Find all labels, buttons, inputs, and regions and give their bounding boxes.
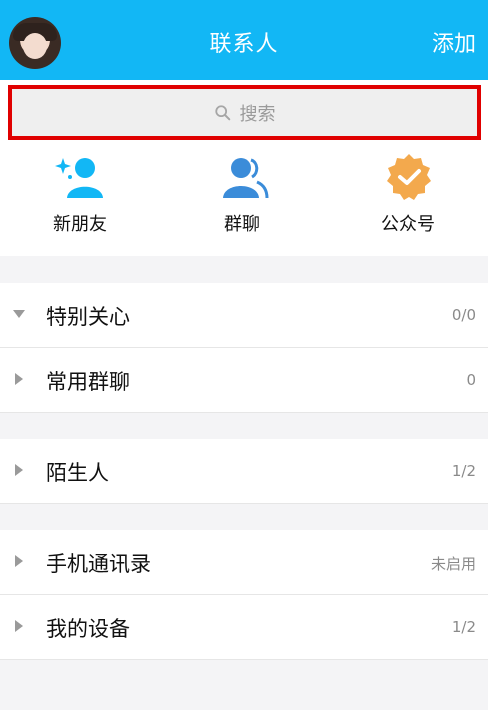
official-account-label: 公众号 [381,214,435,235]
list-item-count: 0 [466,371,476,389]
group-chat-label: 群聊 [224,214,260,235]
collapse-arrow-icon [15,555,23,567]
list-item-label: 常用群聊 [46,370,130,394]
list-item-common-groups[interactable]: 常用群聊 0 [0,348,488,413]
list-item-count: 0/0 [451,306,476,324]
group-chat-icon [223,158,269,199]
quick-actions: 新朋友 群聊 公众号 [0,152,488,256]
contacts-group-1: 特别关心 0/0 常用群聊 0 [0,283,488,413]
collapse-arrow-icon [15,620,23,632]
new-friend-label: 新朋友 [53,214,107,235]
search-icon [214,104,230,120]
top-bar: 联系人 添加 [0,0,488,80]
list-item-count: 1/2 [451,618,476,636]
contacts-group-2: 陌生人 1/2 [0,439,488,504]
search-input[interactable]: 搜索 [8,85,481,140]
search-placeholder: 搜索 [239,103,276,125]
search-area: 搜索 [0,80,488,152]
list-item-label: 特别关心 [46,305,130,329]
official-account-icon [387,154,431,200]
collapse-arrow-icon [15,373,23,385]
list-item-phone-contacts[interactable]: 手机通讯录 未启用 [0,530,488,595]
new-friend-icon [55,158,103,198]
contacts-group-3: 手机通讯录 未启用 我的设备 1/2 [0,530,488,660]
list-item-count: 1/2 [451,462,476,480]
list-item-label: 手机通讯录 [46,552,151,576]
page-title: 联系人 [209,32,279,57]
list-item-special-care[interactable]: 特别关心 0/0 [0,283,488,348]
list-item-strangers[interactable]: 陌生人 1/2 [0,439,488,504]
list-item-label: 我的设备 [46,617,130,641]
expand-arrow-icon [13,310,25,318]
list-item-my-devices[interactable]: 我的设备 1/2 [0,595,488,660]
list-item-label: 陌生人 [46,461,109,485]
list-item-count: 未启用 [430,555,476,573]
collapse-arrow-icon [15,464,23,476]
add-button[interactable]: 添加 [432,26,476,58]
